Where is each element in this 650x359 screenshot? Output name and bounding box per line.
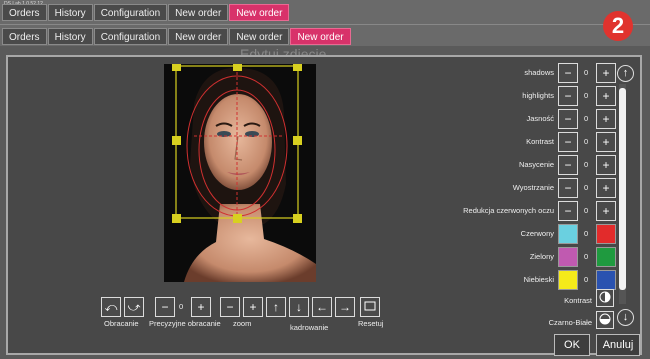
cancel-button[interactable]: Anuluj [596, 334, 640, 356]
tab-new-order[interactable]: New order [168, 4, 229, 21]
top-tab-bar: DS Lab 1.0.52.12 Orders History Configur… [0, 0, 650, 24]
color-label: Niebieski [523, 275, 554, 284]
zoom-in-button[interactable]: + [243, 297, 263, 317]
adjustment-value: 0 [584, 183, 589, 192]
precise-rotate-minus-button[interactable]: − [155, 297, 175, 317]
color-label: Zielony [529, 252, 554, 261]
blue-swatch-button[interactable] [596, 270, 616, 290]
tab-configuration[interactable]: Configuration [93, 4, 168, 21]
tab-new-order[interactable]: New order [229, 28, 290, 45]
adjustment-value: 0 [584, 137, 589, 146]
adjustment-label: Nasycenie [518, 160, 554, 169]
scroll-thumb[interactable] [619, 88, 626, 290]
tab-new-order-active[interactable]: New order [229, 4, 290, 21]
adjustment-value: 0 [584, 114, 589, 123]
decrease-button[interactable]: − [558, 63, 578, 83]
adjustment-value: 0 [584, 160, 589, 169]
yellow-swatch-button[interactable] [558, 270, 578, 290]
contrast-icon [599, 291, 611, 303]
crop-up-button[interactable]: ↑ [266, 297, 286, 317]
crop-left-button[interactable]: ← [312, 297, 332, 317]
cyan-swatch-button[interactable] [558, 224, 578, 244]
portrait-image [164, 64, 316, 282]
adjustment-value: 0 [584, 68, 589, 77]
toggle-label: Kontrast [564, 296, 592, 305]
decrease-button[interactable]: − [558, 86, 578, 106]
zoom-out-button[interactable]: − [220, 297, 240, 317]
color-value: 0 [584, 229, 589, 238]
adjustment-label: Jasność [526, 114, 554, 123]
decrease-button[interactable]: − [558, 201, 578, 221]
tab-history[interactable]: History [47, 4, 93, 21]
adjustment-label: shadows [524, 68, 554, 77]
tab-orders[interactable]: Orders [2, 4, 47, 21]
adjustment-label: Wyostrzanie [512, 183, 554, 192]
increase-button[interactable]: + [596, 178, 616, 198]
tab-row-2: Orders History Configuration New order N… [2, 28, 352, 45]
adjustment-label: Redukcja czerwonych oczu [463, 206, 554, 215]
increase-button[interactable]: + [596, 132, 616, 152]
precise-rotate-label: Precyzyjne obracanie [149, 319, 221, 328]
decrease-button[interactable]: − [558, 132, 578, 152]
photo-preview [164, 64, 316, 282]
magenta-swatch-button[interactable] [558, 247, 578, 267]
toggle-label: Czarno-Białe [548, 318, 592, 327]
increase-button[interactable]: + [596, 86, 616, 106]
decrease-button[interactable]: − [558, 109, 578, 129]
scroll-up-button[interactable]: ↑ [617, 65, 634, 82]
crop-down-button[interactable]: ↓ [289, 297, 309, 317]
black-white-icon [599, 313, 611, 325]
decrease-button[interactable]: − [558, 155, 578, 175]
scroll-down-button[interactable]: ↓ [617, 309, 634, 326]
tab-new-order[interactable]: New order [168, 28, 229, 45]
tab-row-1: Orders History Configuration New order N… [2, 4, 290, 21]
second-tab-bar: Orders History Configuration New order N… [0, 24, 650, 46]
increase-button[interactable]: + [596, 155, 616, 175]
increase-button[interactable]: + [596, 109, 616, 129]
adjustment-value: 0 [584, 206, 589, 215]
color-value: 0 [584, 252, 589, 261]
zoom-label: zoom [233, 319, 252, 328]
red-swatch-button[interactable] [596, 224, 616, 244]
reset-button[interactable] [360, 297, 380, 317]
adjustment-value: 0 [584, 91, 589, 100]
tab-orders[interactable]: Orders [2, 28, 47, 45]
precise-rotate-value: 0 [179, 302, 184, 311]
increase-button[interactable]: + [596, 63, 616, 83]
color-label: Czerwony [520, 229, 554, 238]
reset-icon [364, 301, 376, 311]
crop-right-button[interactable]: → [335, 297, 355, 317]
rotate-left-button[interactable]: ⤺ [101, 297, 121, 317]
rotate-right-button[interactable]: ⤻ [124, 297, 144, 317]
reset-label: Resetuj [358, 319, 384, 328]
decrease-button[interactable]: − [558, 178, 578, 198]
adjustment-label: Kontrast [526, 137, 554, 146]
bw-toggle-button[interactable] [596, 311, 614, 329]
tab-configuration[interactable]: Configuration [93, 28, 168, 45]
ok-button[interactable]: OK [554, 334, 590, 356]
green-swatch-button[interactable] [596, 247, 616, 267]
tab-history[interactable]: History [47, 28, 93, 45]
rotate-label: Obracanie [104, 319, 139, 328]
precise-rotate-plus-button[interactable]: + [191, 297, 211, 317]
tab-new-order-active[interactable]: New order [290, 28, 351, 45]
step-badge: 2 [603, 11, 633, 41]
increase-button[interactable]: + [596, 201, 616, 221]
crop-label: kadrowanie [290, 323, 329, 332]
adjustment-label: highlights [522, 91, 554, 100]
contrast-toggle-button[interactable] [596, 289, 614, 307]
color-value: 0 [584, 275, 589, 284]
